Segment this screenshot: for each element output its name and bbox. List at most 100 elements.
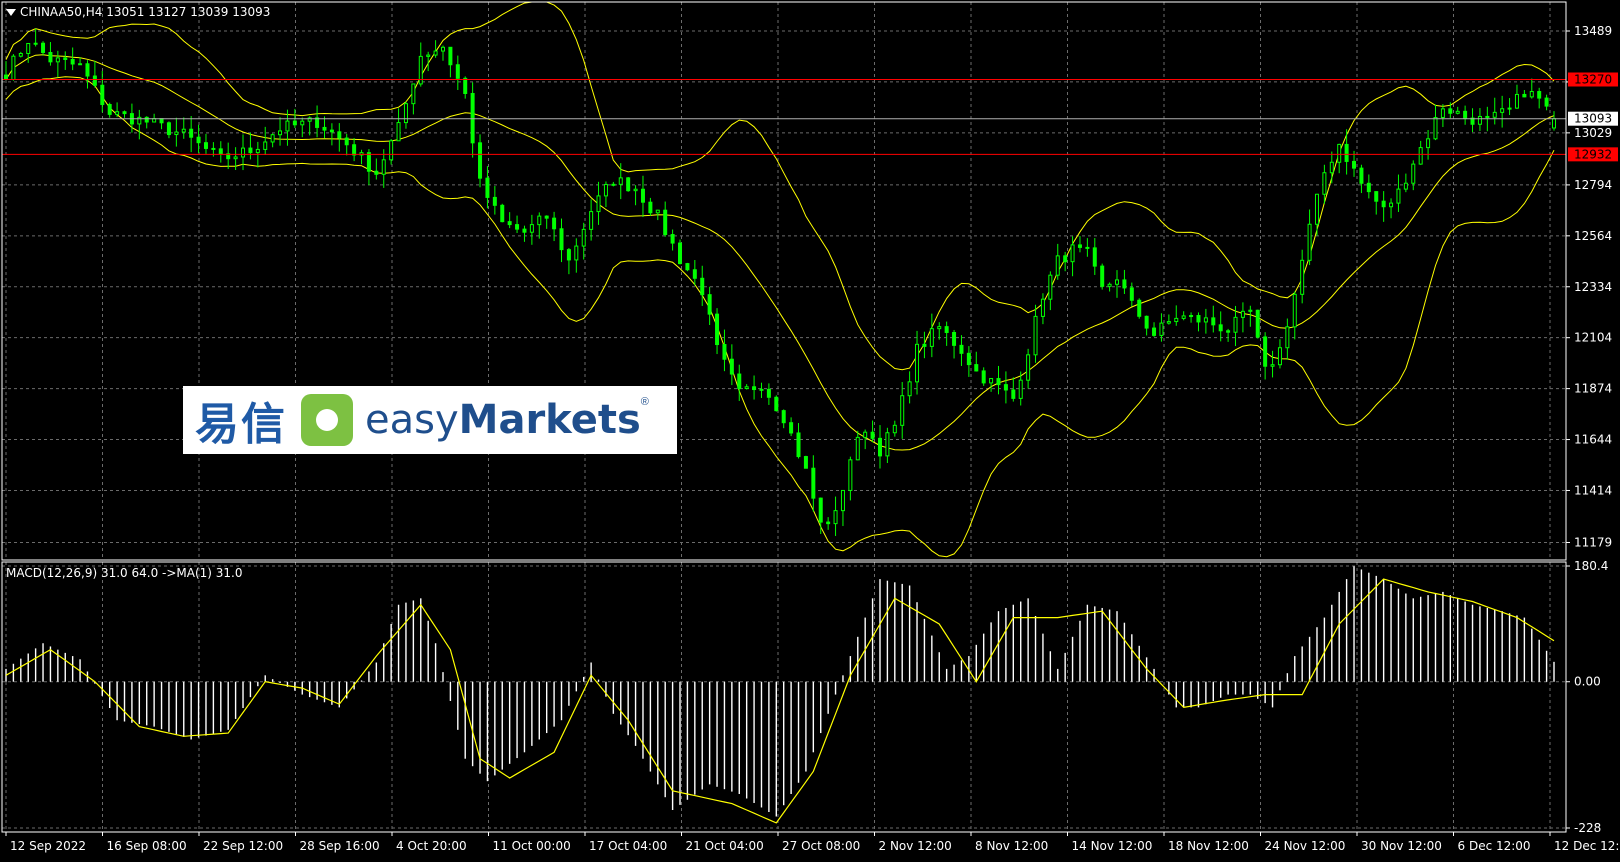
candle-body: [811, 467, 816, 499]
candle-body: [1522, 93, 1527, 98]
candle-body: [974, 364, 979, 372]
candle-body: [366, 152, 371, 172]
candle-body: [707, 294, 712, 315]
candle-body: [1255, 309, 1260, 338]
candle-body: [1018, 379, 1023, 399]
candle-body: [1055, 255, 1060, 276]
candle-body: [344, 137, 349, 146]
candle-body: [1122, 279, 1127, 289]
candle-body: [840, 489, 845, 512]
candle-body: [929, 328, 934, 347]
candle-body: [848, 459, 853, 491]
candle-body: [315, 117, 320, 128]
candle-body: [1100, 265, 1105, 287]
candle-body: [196, 136, 201, 144]
candle-body: [1544, 97, 1549, 107]
symbol-header[interactable]: CHINAA50,H4 13051 13127 13039 13093: [6, 5, 270, 19]
candle-body: [515, 224, 520, 230]
candle-body: [870, 431, 875, 439]
time-tick-label: 17 Oct 04:00: [589, 839, 667, 853]
candle-body: [492, 196, 497, 206]
candle-body: [907, 381, 912, 397]
candle-body: [1277, 347, 1282, 366]
candle-body: [1063, 255, 1068, 263]
candle-body: [396, 122, 401, 142]
candle-body: [85, 63, 90, 77]
candle-body: [952, 331, 957, 346]
candle-body: [796, 432, 801, 458]
logo-chinese-text: 易信: [195, 399, 287, 450]
candle-body: [55, 57, 60, 63]
candle-body: [389, 140, 394, 161]
candle-body: [1426, 138, 1431, 149]
candle-body: [1322, 172, 1327, 195]
candle-body: [1529, 91, 1534, 98]
logo-mark-icon: [301, 394, 353, 446]
candle-body: [270, 134, 275, 143]
logo-brand-bold: Markets: [458, 397, 641, 443]
candle-body: [981, 370, 986, 384]
candle-body: [189, 128, 194, 138]
candle-body: [1329, 161, 1334, 174]
candle-body: [1077, 244, 1082, 248]
candle-body: [1448, 108, 1453, 114]
candle-body: [100, 84, 105, 106]
candle-body: [1440, 108, 1445, 119]
time-tick-label: 2 Nov 12:00: [879, 839, 952, 853]
candle-body: [1115, 279, 1120, 285]
candle-body: [1300, 259, 1305, 295]
candle-body: [255, 148, 260, 154]
candle-body: [485, 177, 490, 198]
candle-body: [737, 373, 742, 390]
candle-body: [159, 118, 164, 124]
level-label: 12932: [1574, 147, 1612, 161]
price-tick-label: 11644: [1574, 433, 1612, 447]
candle-body: [329, 129, 334, 133]
candle-body: [1174, 317, 1179, 323]
candle-body: [855, 436, 860, 461]
candle-body: [1092, 247, 1097, 267]
candle-body: [463, 77, 468, 94]
chart-window[interactable]: 1348913259130291279412564123341210411874…: [0, 0, 1620, 862]
candle-body: [1403, 182, 1408, 190]
price-tick-label: 12794: [1574, 178, 1612, 192]
candle-body: [685, 263, 690, 271]
candle-body: [944, 326, 949, 333]
price-tick-label: 12104: [1574, 331, 1612, 345]
time-tick-label: 30 Nov 12:00: [1361, 839, 1442, 853]
candle-body: [892, 424, 897, 434]
time-tick-label: 14 Nov 12:00: [1072, 839, 1153, 853]
candle-body: [678, 242, 683, 265]
candle-body: [1211, 317, 1216, 326]
candle-body: [966, 352, 971, 366]
candle-body: [1048, 274, 1053, 300]
time-tick-label: 11 Oct 00:00: [493, 839, 571, 853]
candle-body: [1366, 182, 1371, 193]
dropdown-triangle-icon[interactable]: [6, 9, 16, 16]
candle-body: [1033, 315, 1038, 356]
candle-body: [166, 122, 171, 136]
candle-body: [803, 456, 808, 469]
candle-body: [596, 195, 601, 213]
candle-body: [1196, 315, 1201, 323]
candle-body: [715, 313, 720, 346]
candle-body: [1477, 115, 1482, 125]
candle-body: [144, 116, 149, 123]
candle-body: [1181, 315, 1186, 319]
candle-body: [670, 234, 675, 244]
candle-body: [1137, 299, 1142, 317]
easymarkets-logo: 易信 easyMarkets ®: [183, 386, 677, 454]
logo-brand-text: easyMarkets: [365, 397, 641, 443]
candle-body: [744, 386, 749, 390]
candle-body: [640, 188, 645, 203]
candle-body: [278, 130, 283, 136]
candle-body: [774, 396, 779, 412]
candle-body: [789, 422, 794, 434]
candle-body: [1129, 287, 1134, 301]
candle-body: [1537, 91, 1542, 99]
time-tick-label: 12 Sep 2022: [10, 839, 86, 853]
candle-body: [322, 126, 327, 131]
candle-body: [1552, 118, 1556, 129]
candle-body: [781, 410, 786, 424]
candle-body: [1396, 188, 1401, 204]
